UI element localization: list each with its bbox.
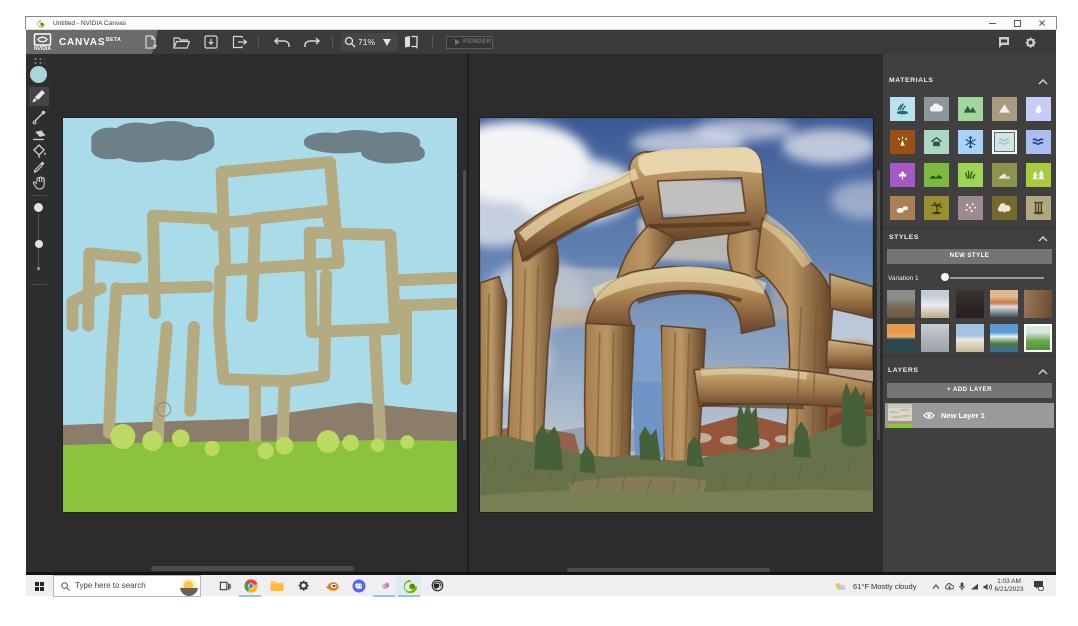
svg-text:NVIDIA: NVIDIA: [34, 46, 51, 51]
